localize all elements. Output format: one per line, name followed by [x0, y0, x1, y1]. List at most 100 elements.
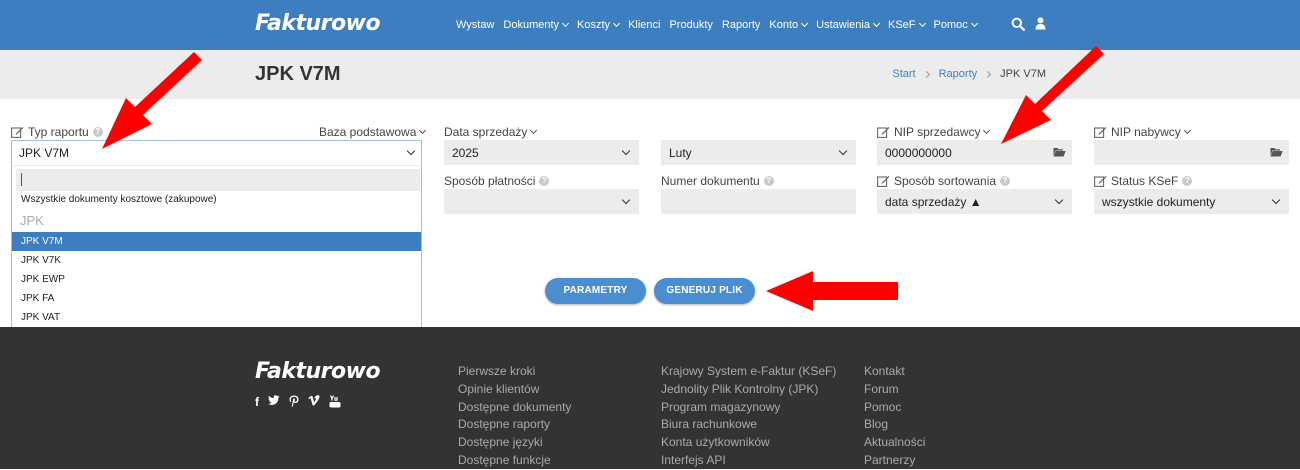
footer-column-2: Krajowy System e-Faktur (KSeF) Jednolity… — [661, 363, 836, 470]
footer-link[interactable]: Program magazynowy — [661, 399, 836, 417]
sposob-platnosci-select[interactable] — [444, 189, 639, 214]
vimeo-icon[interactable] — [308, 395, 320, 406]
nav-label: Raporty — [721, 19, 761, 31]
label-text: Typ raportu — [28, 125, 89, 139]
help-icon[interactable]: ? — [539, 176, 550, 186]
footer-link[interactable]: Biura rachunkowe — [661, 416, 836, 434]
help-icon[interactable]: ? — [763, 176, 774, 186]
pinterest-icon[interactable] — [289, 395, 299, 407]
footer-link[interactable]: Dostępne języki — [458, 434, 571, 452]
chevron-down-icon — [1271, 195, 1281, 205]
footer-link[interactable]: Krajowy System e-Faktur (KSeF) — [661, 363, 836, 381]
footer-link[interactable]: Pierwsze kroki — [458, 363, 571, 381]
edit-icon — [877, 127, 890, 138]
annotation-arrow-icon — [102, 52, 202, 149]
numer-dokumentu-input[interactable] — [661, 189, 856, 214]
nav-ustawienia[interactable]: Ustawienia — [816, 19, 881, 31]
typ-raportu-select[interactable]: JPK V7M — [12, 141, 421, 166]
nip-nabywcy-label[interactable]: NIP nabywcy — [1094, 125, 1191, 139]
main-nav: Wystaw Dokumenty Koszty Klienci Produkty… — [456, 0, 986, 50]
footer-link[interactable]: Forum — [864, 381, 925, 399]
nav-label: Dokumenty — [503, 19, 560, 31]
label-text: NIP nabywcy — [1111, 125, 1181, 139]
nav-koszty[interactable]: Koszty — [577, 19, 621, 31]
chevron-down-icon — [621, 195, 631, 205]
typ-raportu-select-open[interactable]: JPK V7M Wszystkie dokumenty kosztowe (za… — [11, 140, 422, 330]
twitter-icon[interactable] — [268, 395, 280, 406]
help-icon[interactable]: ? — [1000, 176, 1011, 186]
nav-label: Koszty — [577, 19, 611, 31]
select-value: JPK V7M — [19, 146, 70, 160]
nav-wystaw[interactable]: Wystaw — [456, 19, 494, 31]
dropdown-option[interactable]: JPK V7K — [12, 251, 421, 270]
label-text: Numer dokumentu — [661, 174, 760, 188]
sposob-sortowania-select[interactable]: data sprzedaży ▲ — [877, 189, 1072, 214]
footer-link[interactable]: Pomoc — [864, 399, 925, 417]
chevron-right-icon — [984, 70, 992, 78]
year-select[interactable]: 2025 — [444, 140, 639, 165]
footer: Fakturowo f Pierwsze kroki Opinie klient… — [0, 327, 1300, 469]
footer-link[interactable]: Konta użytkowników — [661, 434, 836, 452]
chevron-down-icon — [621, 146, 631, 156]
dropdown-option[interactable]: JPK FA — [12, 289, 421, 308]
baza-podstawowa-toggle[interactable]: Baza podstawowa — [319, 125, 427, 139]
status-ksef-select[interactable]: wszystkie dokumenty — [1094, 189, 1289, 214]
help-icon[interactable]: ? — [1182, 176, 1193, 186]
label-text: Baza podstawowa — [319, 125, 417, 139]
generuj-plik-button[interactable]: GENERUJ PLIK — [654, 278, 755, 304]
chevron-right-icon — [922, 70, 930, 78]
footer-link[interactable]: Kontakt — [864, 363, 925, 381]
youtube-icon[interactable] — [329, 395, 341, 408]
dropdown-option[interactable]: JPK EWP — [12, 270, 421, 289]
footer-link[interactable]: Aktualności — [864, 434, 925, 452]
folder-open-icon[interactable] — [1053, 147, 1066, 157]
label-text: Sposób sortowania — [894, 174, 997, 188]
nav-ksef[interactable]: KSeF — [887, 19, 926, 31]
data-sprzedazy-label[interactable]: Data sprzedaży — [444, 125, 538, 139]
chevron-down-icon — [1054, 195, 1064, 205]
nav-konto[interactable]: Konto — [769, 19, 809, 31]
search-icon[interactable] — [1011, 17, 1025, 31]
chevron-down-icon — [872, 19, 881, 28]
label-text: NIP sprzedawcy — [894, 125, 981, 139]
footer-link[interactable]: Dostępne dokumenty — [458, 399, 571, 417]
dropdown-option-selected[interactable]: JPK V7M — [12, 232, 421, 251]
annotation-arrow-icon — [766, 271, 898, 311]
nav-label: KSeF — [887, 19, 916, 31]
chevron-down-icon — [970, 19, 978, 28]
breadcrumb-start[interactable]: Start — [892, 68, 915, 80]
chevron-down-icon — [613, 19, 621, 28]
sposob-platnosci-label: Sposób płatności? — [444, 174, 550, 188]
nip-nabywcy-input[interactable] — [1094, 140, 1289, 165]
user-icon[interactable] — [1035, 17, 1046, 30]
breadcrumb-raporty[interactable]: Raporty — [939, 68, 978, 80]
footer-link[interactable]: Dostępne funkcje — [458, 452, 571, 470]
dropdown-search-input[interactable] — [16, 169, 420, 191]
footer-link[interactable]: Interfejs API — [661, 452, 836, 470]
nav-pomoc[interactable]: Pomoc — [934, 19, 978, 31]
nav-produkty[interactable]: Produkty — [669, 19, 712, 31]
nav-dokumenty[interactable]: Dokumenty — [503, 19, 570, 31]
footer-link[interactable]: Partnerzy — [864, 452, 925, 470]
dropdown-option[interactable]: JPK VAT — [12, 308, 421, 327]
facebook-icon[interactable]: f — [255, 395, 259, 409]
footer-link[interactable]: Dostępne raporty — [458, 416, 571, 434]
chevron-down-icon — [419, 126, 427, 135]
dropdown-option[interactable]: Wszystkie dokumenty kosztowe (zakupowe) — [12, 190, 421, 209]
footer-link[interactable]: Opinie klientów — [458, 381, 571, 399]
chevron-down-icon — [562, 19, 570, 28]
footer-logo[interactable]: Fakturowo — [255, 359, 381, 384]
month-select[interactable]: Luty — [661, 140, 856, 165]
nip-sprzedawcy-label[interactable]: NIP sprzedawcy — [877, 125, 991, 139]
footer-link[interactable]: Blog — [864, 416, 925, 434]
edit-icon — [11, 127, 24, 138]
select-value: 2025 — [452, 146, 479, 160]
input-value: 0000000000 — [885, 146, 952, 160]
select-value: data sprzedaży ▲ — [885, 195, 982, 209]
logo[interactable]: Fakturowo — [255, 11, 381, 36]
nav-raporty[interactable]: Raporty — [722, 19, 761, 31]
footer-link[interactable]: Jednolity Plik Kontrolny (JPK) — [661, 381, 836, 399]
folder-open-icon[interactable] — [1270, 147, 1283, 157]
nav-klienci[interactable]: Klienci — [628, 19, 660, 31]
parametry-button[interactable]: PARAMETRY — [545, 278, 646, 304]
